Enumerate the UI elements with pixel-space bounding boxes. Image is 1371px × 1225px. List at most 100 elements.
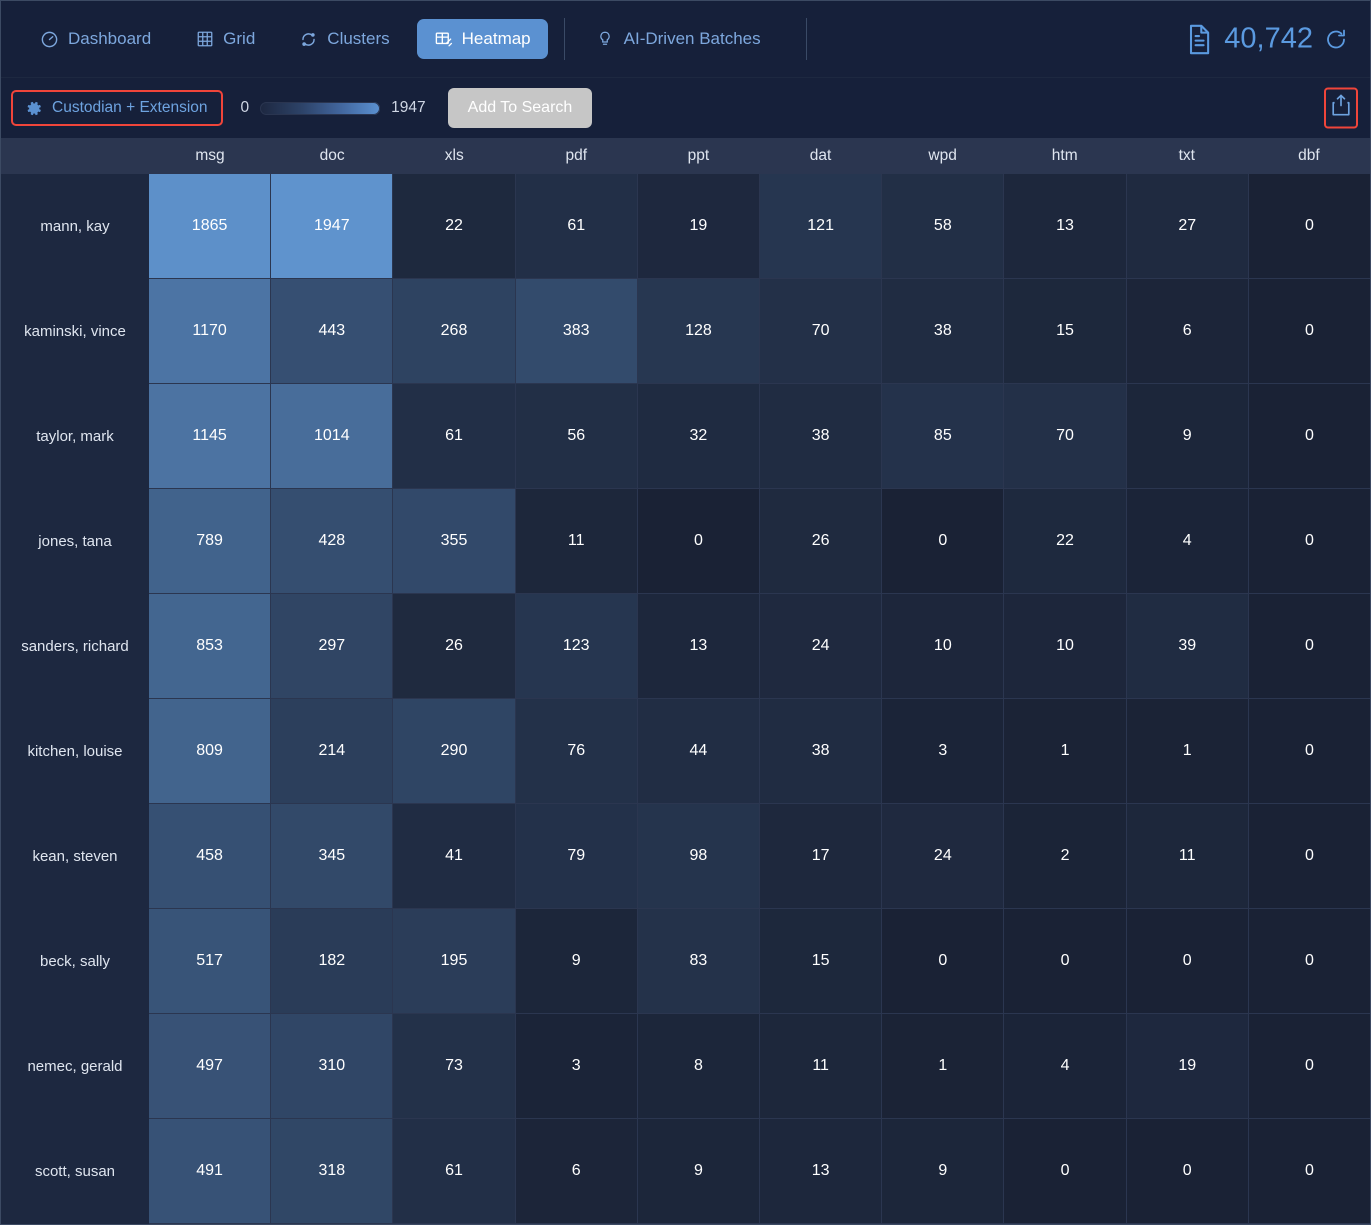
heatmap-cell[interactable]: 0 xyxy=(1249,804,1370,909)
row-label[interactable]: jones, tana xyxy=(1,489,149,594)
heatmap-cell[interactable]: 11 xyxy=(760,1014,882,1119)
heatmap-cell[interactable]: 809 xyxy=(149,699,271,804)
heatmap-cell[interactable]: 15 xyxy=(760,909,882,1014)
heatmap-cell[interactable]: 22 xyxy=(1004,489,1126,594)
heatmap-cell[interactable]: 38 xyxy=(882,279,1004,384)
heatmap-cell[interactable]: 79 xyxy=(516,804,638,909)
heatmap-cell[interactable]: 4 xyxy=(1127,489,1249,594)
row-label[interactable]: nemec, gerald xyxy=(1,1014,149,1119)
slider-track[interactable] xyxy=(260,102,380,115)
heatmap-cell[interactable]: 19 xyxy=(638,174,760,279)
heatmap-cell[interactable]: 26 xyxy=(393,594,515,699)
heatmap-cell[interactable]: 9 xyxy=(638,1119,760,1224)
heatmap-cell[interactable]: 70 xyxy=(760,279,882,384)
heatmap-cell[interactable]: 182 xyxy=(271,909,393,1014)
heatmap-cell[interactable]: 297 xyxy=(271,594,393,699)
heatmap-cell[interactable]: 32 xyxy=(638,384,760,489)
row-label[interactable]: kean, steven xyxy=(1,804,149,909)
heatmap-cell[interactable]: 27 xyxy=(1127,174,1249,279)
heatmap-cell[interactable]: 497 xyxy=(149,1014,271,1119)
heatmap-cell[interactable]: 0 xyxy=(638,489,760,594)
heatmap-cell[interactable]: 56 xyxy=(516,384,638,489)
heatmap-cell[interactable]: 1947 xyxy=(271,174,393,279)
heatmap-cell[interactable]: 0 xyxy=(1249,384,1370,489)
heatmap-cell[interactable]: 85 xyxy=(882,384,1004,489)
heatmap-cell[interactable]: 22 xyxy=(393,174,515,279)
row-label[interactable]: scott, susan xyxy=(1,1119,149,1224)
heatmap-cell[interactable]: 0 xyxy=(1249,174,1370,279)
heatmap-cell[interactable]: 491 xyxy=(149,1119,271,1224)
heatmap-cell[interactable]: 0 xyxy=(1004,909,1126,1014)
heatmap-cell[interactable]: 38 xyxy=(760,384,882,489)
heatmap-cell[interactable]: 17 xyxy=(760,804,882,909)
heatmap-cell[interactable]: 1 xyxy=(1127,699,1249,804)
add-to-search-button[interactable]: Add To Search xyxy=(448,88,593,128)
heatmap-cell[interactable]: 290 xyxy=(393,699,515,804)
row-label[interactable]: beck, sally xyxy=(1,909,149,1014)
column-header[interactable]: wpd xyxy=(882,147,1004,165)
heatmap-cell[interactable]: 1865 xyxy=(149,174,271,279)
heatmap-cell[interactable]: 458 xyxy=(149,804,271,909)
heatmap-cell[interactable]: 11 xyxy=(1127,804,1249,909)
column-header[interactable]: txt xyxy=(1126,147,1248,165)
heatmap-cell[interactable]: 0 xyxy=(1004,1119,1126,1224)
column-header[interactable]: htm xyxy=(1004,147,1126,165)
heatmap-cell[interactable]: 9 xyxy=(1127,384,1249,489)
export-icon[interactable] xyxy=(1330,94,1352,123)
group-by-selector[interactable]: Custodian + Extension xyxy=(22,97,212,119)
heatmap-cell[interactable]: 83 xyxy=(638,909,760,1014)
heatmap-cell[interactable]: 345 xyxy=(271,804,393,909)
heatmap-cell[interactable]: 121 xyxy=(760,174,882,279)
heatmap-cell[interactable]: 443 xyxy=(271,279,393,384)
heatmap-cell[interactable]: 15 xyxy=(1004,279,1126,384)
column-header[interactable]: dat xyxy=(759,147,881,165)
heatmap-cell[interactable]: 13 xyxy=(1004,174,1126,279)
heatmap-cell[interactable]: 853 xyxy=(149,594,271,699)
heatmap-cell[interactable]: 0 xyxy=(1127,909,1249,1014)
heatmap-cell[interactable]: 10 xyxy=(1004,594,1126,699)
tab-grid[interactable]: Grid xyxy=(178,19,272,59)
heatmap-cell[interactable]: 76 xyxy=(516,699,638,804)
row-label[interactable]: sanders, richard xyxy=(1,594,149,699)
heatmap-cell[interactable]: 13 xyxy=(760,1119,882,1224)
heatmap-cell[interactable]: 2 xyxy=(1004,804,1126,909)
heatmap-cell[interactable]: 268 xyxy=(393,279,515,384)
heatmap-cell[interactable]: 98 xyxy=(638,804,760,909)
heatmap-cell[interactable]: 6 xyxy=(516,1119,638,1224)
heatmap-cell[interactable]: 214 xyxy=(271,699,393,804)
heatmap-cell[interactable]: 0 xyxy=(1249,1119,1370,1224)
tab-heatmap[interactable]: Heatmap xyxy=(417,19,548,59)
heatmap-cell[interactable]: 1 xyxy=(1004,699,1126,804)
heatmap-cell[interactable]: 355 xyxy=(393,489,515,594)
column-header[interactable]: pdf xyxy=(515,147,637,165)
heatmap-cell[interactable]: 3 xyxy=(882,699,1004,804)
heatmap-cell[interactable]: 0 xyxy=(1249,489,1370,594)
heatmap-cell[interactable]: 517 xyxy=(149,909,271,1014)
heatmap-cell[interactable]: 0 xyxy=(1249,909,1370,1014)
heatmap-cell[interactable]: 9 xyxy=(516,909,638,1014)
heatmap-cell[interactable]: 310 xyxy=(271,1014,393,1119)
heatmap-cell[interactable]: 383 xyxy=(516,279,638,384)
heatmap-cell[interactable]: 26 xyxy=(760,489,882,594)
tab-ai-driven-batches[interactable]: AI-Driven Batches xyxy=(579,19,778,59)
row-label[interactable]: mann, kay xyxy=(1,174,149,279)
heatmap-cell[interactable]: 38 xyxy=(760,699,882,804)
row-label[interactable]: kaminski, vince xyxy=(1,279,149,384)
heatmap-cell[interactable]: 11 xyxy=(516,489,638,594)
heatmap-cell[interactable]: 61 xyxy=(393,1119,515,1224)
heatmap-cell[interactable]: 123 xyxy=(516,594,638,699)
heatmap-cell[interactable]: 195 xyxy=(393,909,515,1014)
heatmap-cell[interactable]: 128 xyxy=(638,279,760,384)
heatmap-cell[interactable]: 1014 xyxy=(271,384,393,489)
heatmap-cell[interactable]: 8 xyxy=(638,1014,760,1119)
heatmap-cell[interactable]: 1170 xyxy=(149,279,271,384)
heatmap-cell[interactable]: 1 xyxy=(882,1014,1004,1119)
heatmap-cell[interactable]: 428 xyxy=(271,489,393,594)
tab-dashboard[interactable]: Dashboard xyxy=(23,19,168,59)
heatmap-cell[interactable]: 39 xyxy=(1127,594,1249,699)
heatmap-cell[interactable]: 58 xyxy=(882,174,1004,279)
heatmap-cell[interactable]: 0 xyxy=(1249,279,1370,384)
heatmap-cell[interactable]: 61 xyxy=(393,384,515,489)
heatmap-cell[interactable]: 0 xyxy=(882,489,1004,594)
heatmap-cell[interactable]: 1145 xyxy=(149,384,271,489)
